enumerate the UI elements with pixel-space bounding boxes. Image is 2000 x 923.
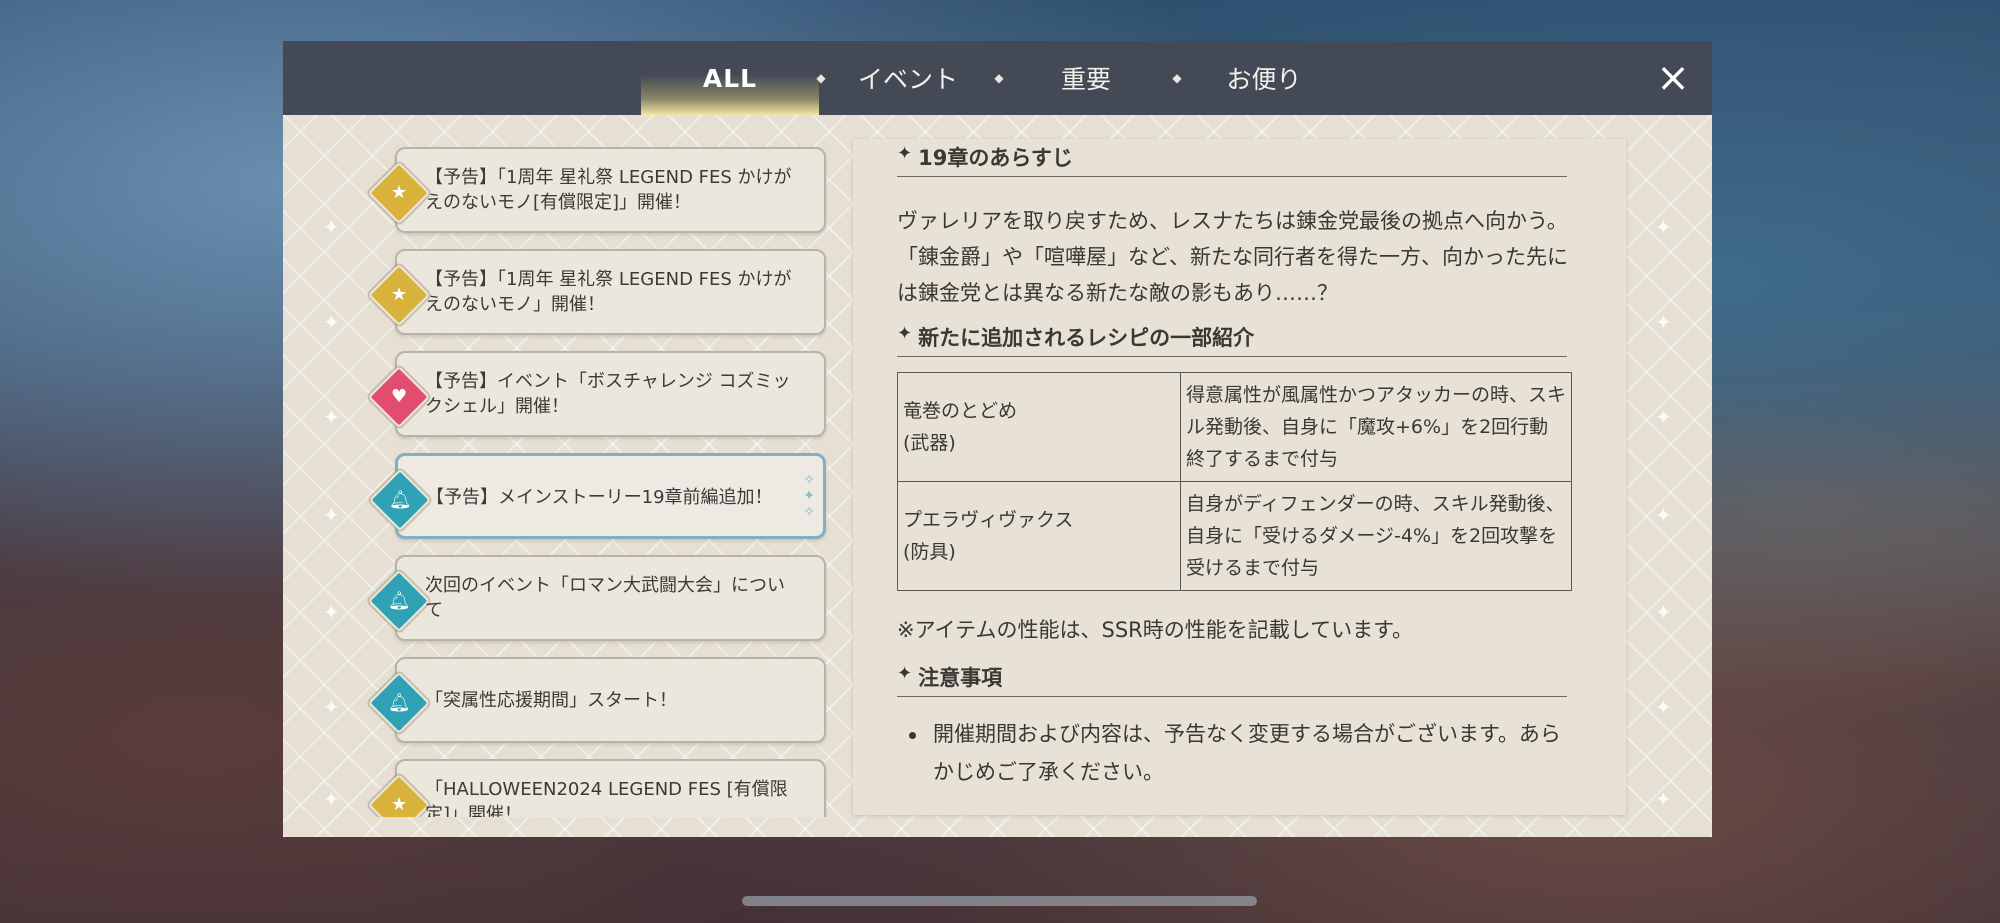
recipe-table: 竜巻のとどめ (武器) 得意属性が風属性かつアタッカーの時、スキル発動後、自身に… [897, 372, 1572, 591]
right-decoration: ✦ ✦ ✦ ✦ ✦ ✦ ✦ [1655, 115, 1695, 837]
sparkle-icon: ✦ [323, 695, 340, 719]
list-item-title: 次回のイベント「ロマン大武闘大会」について [425, 575, 785, 621]
sparkle-icon: ✦ [1655, 405, 1672, 429]
sparkle-icon: ✦ [897, 143, 913, 164]
bullet-icon [909, 732, 916, 739]
sparkle-icon: ✦ [1655, 503, 1672, 527]
section-heading: ✦ 新たに追加されるレシピの一部紹介 [897, 319, 1567, 357]
list-item-title: 【予告】メインストーリー19章前編追加！ [426, 486, 773, 508]
list-item-title: 「HALLOWEEN2024 LEGEND FES [有償限定]」開催！ [425, 779, 788, 817]
list-item[interactable]: ★ 【予告】「1周年 星礼祭 LEGEND FES かけがえのないモノ[有償限定… [367, 147, 826, 233]
list-item: 開催期間および内容は、予告なく変更する場合がございます。あらかじめご了承ください… [909, 715, 1573, 791]
section-heading: ✦ 注意事項 [897, 659, 1567, 697]
star-badge-icon: ★ [367, 161, 431, 225]
sparkle-icon: ✦ [323, 215, 340, 239]
list-item[interactable]: 🔔︎ 次回のイベント「ロマン大武闘大会」について [367, 555, 826, 641]
bell-badge-icon: 🔔︎ [367, 671, 431, 735]
star-badge-icon: ★ [367, 263, 431, 327]
section-heading: ✦ 19章のあらすじ [897, 139, 1567, 177]
sparkle-icon: ✦ [323, 503, 340, 527]
caution-text: 開催期間および内容は、予告なく変更する場合がございます。あらかじめご了承ください… [933, 722, 1561, 784]
table-row: 竜巻のとどめ (武器) 得意属性が風属性かつアタッカーの時、スキル発動後、自身に… [897, 372, 1572, 482]
sparkle-icon: ✦ [323, 600, 340, 624]
list-item-title: 【予告】「1周年 星礼祭 LEGEND FES かけがえのないモノ[有償限定]」… [425, 167, 792, 213]
recipe-effect-cell: 得意属性が風属性かつアタッカーの時、スキル発動後、自身に「魔攻+6%」を2回行動… [1180, 372, 1572, 482]
recipe-name-cell: 竜巻のとどめ (武器) [897, 372, 1181, 482]
heart-badge-icon: ♥ [367, 365, 431, 429]
home-indicator[interactable] [742, 896, 1257, 906]
list-clip: ★ 「HALLOWEEN2024 LEGEND FES [有償限定]」開催！ [283, 759, 843, 817]
list-item-selected[interactable]: 🔔︎ 【予告】メインストーリー19章前編追加！ ✧ ✦ ✧ [368, 453, 826, 539]
sparkle-icon: ✦ [897, 323, 913, 344]
notice-content[interactable]: ✦ 19章のあらすじ ヴァレリアを取り戻すため、レスナたちは錬金党最後の拠点へ向… [853, 139, 1626, 815]
list-item[interactable]: ★ 【予告】「1周年 星礼祭 LEGEND FES かけがえのないモノ」開催！ [367, 249, 826, 335]
sparkle-icon: ✧ ✦ ✧ [803, 472, 815, 520]
list-item-title: 「突属性応援期間」スタート！ [425, 689, 677, 711]
performance-note: ※アイテムの性能は、SSR時の性能を記載しています。 [897, 618, 1414, 642]
recipe-name-cell: プエラヴィヴァクス (防具) [897, 481, 1181, 591]
list-item[interactable]: 🔔︎ 「突属性応援期間」スタート！ [367, 657, 826, 743]
table-row: プエラヴィヴァクス (防具) 自身がディフェンダーの時、スキル発動後、自身に「受… [897, 481, 1572, 591]
synopsis-text: ヴァレリアを取り戻すため、レスナたちは錬金党最後の拠点へ向かう。「錬金爵」や「喧… [897, 209, 1568, 305]
list-item-title: 【予告】「1周年 星礼祭 LEGEND FES かけがえのないモノ」開催！ [425, 269, 792, 315]
bell-badge-icon: 🔔︎ [367, 569, 431, 633]
sparkle-icon: ✦ [323, 310, 340, 334]
tab-all[interactable]: ALL [641, 41, 819, 115]
tab-important[interactable]: 重要 [997, 41, 1175, 115]
sparkle-icon: ✦ [1655, 215, 1672, 239]
list-item[interactable]: ♥ 【予告】イベント「ボスチャレンジ コズミックシェル」開催！ [367, 351, 826, 437]
bell-badge-icon: 🔔︎ [368, 468, 432, 532]
sparkle-icon: ✦ [1655, 310, 1672, 334]
close-icon[interactable]: × [1652, 57, 1694, 99]
sparkle-icon: ✦ [1655, 695, 1672, 719]
list-item[interactable]: ★ 「HALLOWEEN2024 LEGEND FES [有償限定]」開催！ [367, 759, 826, 817]
sparkle-icon: ✦ [1655, 600, 1672, 624]
sparkle-icon: ✦ [323, 405, 340, 429]
sparkle-icon: ✦ [897, 663, 913, 684]
tab-letters[interactable]: お便り [1175, 41, 1353, 115]
tab-bar: ALL ◆ イベント ◆ 重要 ◆ お便り × [283, 41, 1712, 115]
star-badge-icon: ★ [367, 773, 431, 817]
recipe-effect-cell: 自身がディフェンダーの時、スキル発動後、自身に「受けるダメージ-4%」を2回攻撃… [1180, 481, 1572, 591]
left-decoration: ✦ ✦ ✦ ✦ ✦ ✦ ✦ [323, 115, 363, 837]
tab-event[interactable]: イベント [819, 41, 997, 115]
list-item-title: 【予告】イベント「ボスチャレンジ コズミックシェル」開催！ [425, 371, 791, 417]
notice-panel: ✦ ✦ ✦ ✦ ✦ ✦ ✦ ✦ ✦ ✦ ✦ ✦ ✦ ✦ ALL ◆ イベント ◆… [283, 41, 1712, 837]
sparkle-icon: ✦ [1655, 787, 1672, 811]
